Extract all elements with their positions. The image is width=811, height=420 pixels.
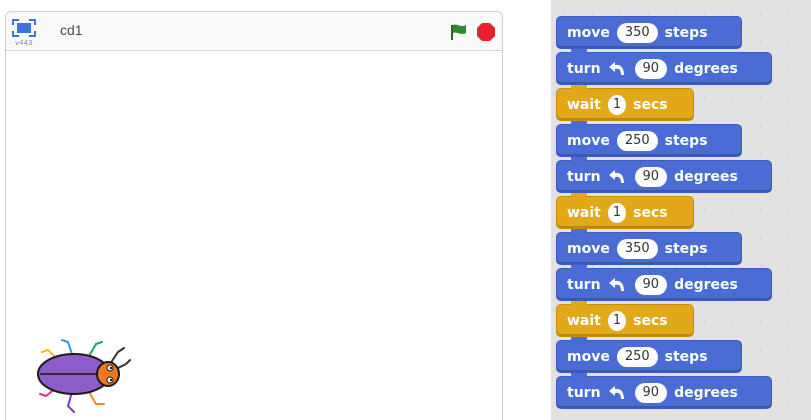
turn-value-field[interactable]: 90 [634,382,668,403]
wait-block[interactable]: wait 1 secs [556,193,694,229]
turn-unit-label: degrees [674,384,738,401]
wait-value-field[interactable]: 1 [607,202,627,223]
turn-keyword: turn [567,276,601,293]
wait-block[interactable]: wait 1 secs [556,85,694,121]
move-block[interactable]: move 250 steps [556,337,742,373]
wait-block[interactable]: wait 1 secs [556,301,694,337]
rotate-left-icon [608,61,624,75]
stop-icon[interactable] [476,22,496,42]
wait-keyword: wait [567,204,601,221]
green-flag-icon[interactable] [450,23,468,41]
turn-block[interactable]: turn 90 degrees [556,373,772,409]
wait-keyword: wait [567,96,601,113]
wait-value-field[interactable]: 1 [607,94,627,115]
rotate-left-icon [608,385,624,399]
move-block[interactable]: move 350 steps [556,16,742,49]
rotate-left-icon [608,277,624,291]
move-keyword: move [567,240,610,257]
stage-header: v443 cd1 [6,12,502,51]
wait-value-field[interactable]: 1 [607,310,627,331]
move-value-field[interactable]: 350 [616,238,658,259]
move-unit-label: steps [664,132,708,149]
beetle-sprite[interactable] [26,330,134,420]
move-block[interactable]: move 350 steps [556,229,742,265]
turn-keyword: turn [567,60,601,77]
wait-keyword: wait [567,312,601,329]
scripts-area[interactable]: move 350 steps turn 90 degrees wait 1 secs move 25… [551,0,811,420]
turn-value-field[interactable]: 90 [634,274,668,295]
move-unit-label: steps [664,240,708,257]
turn-value-field[interactable]: 90 [634,58,668,79]
wait-unit-label: secs [633,96,668,113]
wait-unit-label: secs [633,312,668,329]
turn-value-field[interactable]: 90 [634,166,668,187]
move-unit-label: steps [664,348,708,365]
fullscreen-icon[interactable] [12,19,36,37]
turn-block[interactable]: turn 90 degrees [556,49,772,85]
rotate-left-icon [608,169,624,183]
move-value-field[interactable]: 250 [616,130,658,151]
turn-block[interactable]: turn 90 degrees [556,265,772,301]
move-value-field[interactable]: 250 [616,346,658,367]
turn-block[interactable]: turn 90 degrees [556,157,772,193]
turn-keyword: turn [567,168,601,185]
move-keyword: move [567,132,610,149]
project-title: cd1 [60,22,83,38]
move-unit-label: steps [664,24,708,41]
move-block[interactable]: move 250 steps [556,121,742,157]
move-keyword: move [567,24,610,41]
move-keyword: move [567,348,610,365]
turn-keyword: turn [567,384,601,401]
script-stack[interactable]: move 350 steps turn 90 degrees wait 1 secs move 25… [556,16,772,412]
stage-panel: v443 cd1 [5,11,503,420]
turn-unit-label: degrees [674,168,738,185]
move-value-field[interactable]: 350 [616,22,658,43]
wait-unit-label: secs [633,204,668,221]
version-label: v443 [15,39,33,47]
turn-unit-label: degrees [674,60,738,77]
turn-unit-label: degrees [674,276,738,293]
